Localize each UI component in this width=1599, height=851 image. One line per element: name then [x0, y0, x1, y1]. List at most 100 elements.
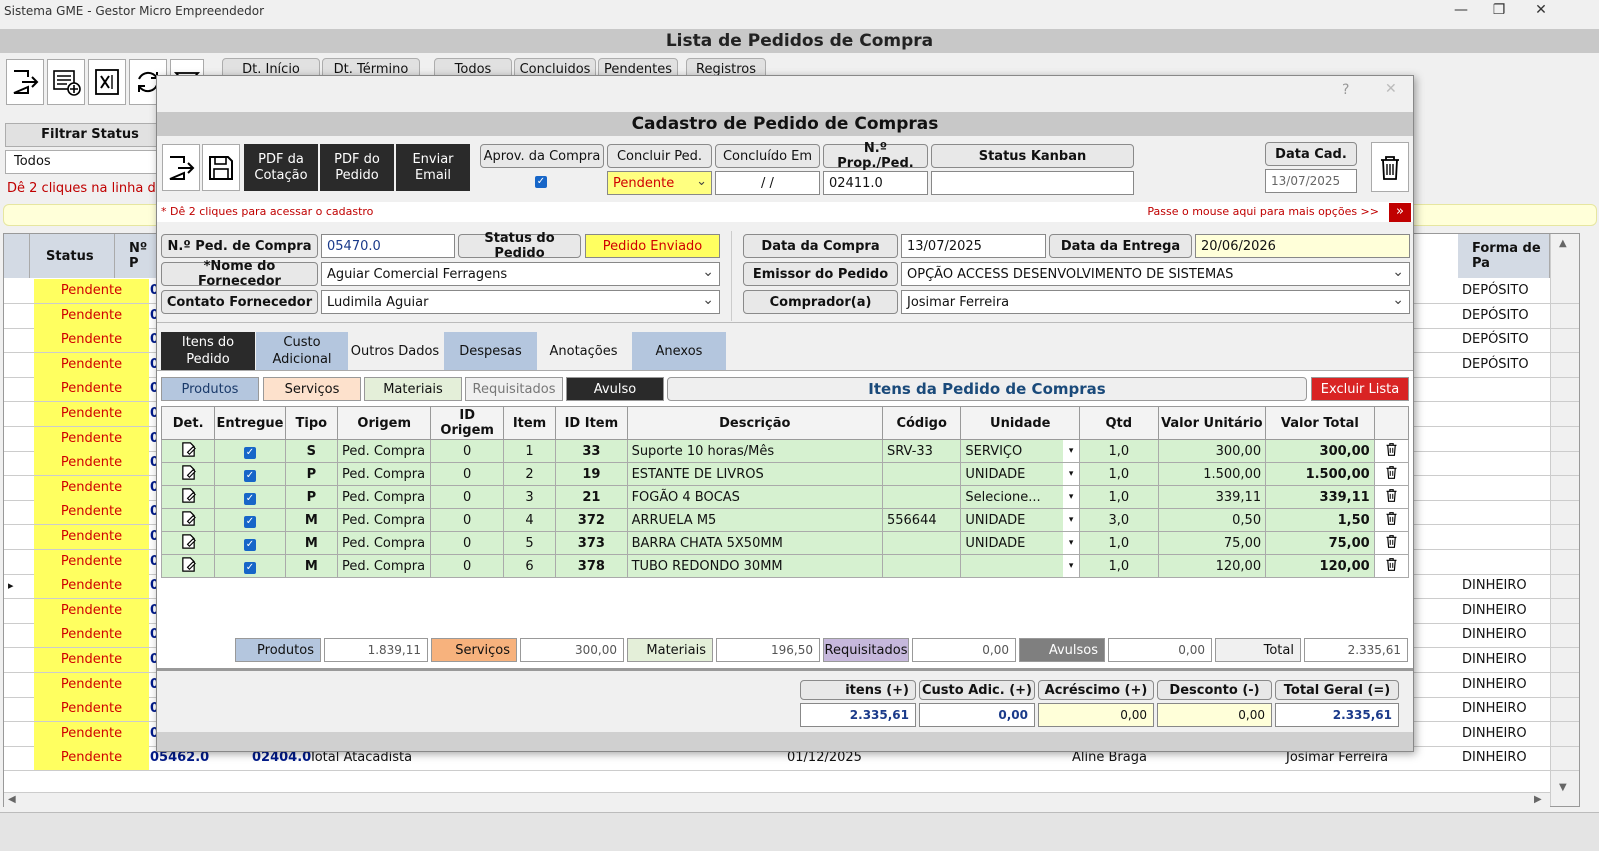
excel-icon[interactable]: [88, 59, 126, 105]
trash-icon[interactable]: [1373, 508, 1410, 532]
add-list-icon[interactable]: [47, 59, 85, 105]
fornecedor-select[interactable]: Aguiar Comercial Ferragens ⌄: [321, 262, 720, 286]
item-row[interactable]: ✓ P Ped. Compra 0 3 21 FOGÃO 4 BOCAS Selecione.…: [160, 485, 1410, 509]
fornecedor-label[interactable]: *Nome do Fornecedor: [161, 259, 318, 289]
item-valor-unitario[interactable]: 0,50: [1157, 508, 1267, 532]
col-id-item[interactable]: ID Item: [555, 406, 628, 440]
trash-icon[interactable]: [1373, 462, 1410, 486]
entregue-checkbox[interactable]: ✓: [214, 508, 286, 532]
item-valor-unitario[interactable]: 75,00: [1157, 531, 1267, 555]
contato-select[interactable]: Ludimila Aguiar ⌄: [321, 290, 720, 314]
item-row[interactable]: ✓ P Ped. Compra 0 2 19 ESTANTE DE LIVROS UNIDAD…: [160, 462, 1410, 486]
subtab-requisitados[interactable]: Requisitados: [465, 377, 563, 401]
detail-icon[interactable]: [160, 554, 216, 578]
maximize-icon[interactable]: ❐: [1484, 2, 1514, 18]
grid-hscroll[interactable]: ◀ ▶: [4, 792, 1550, 808]
tab-despesas[interactable]: Despesas: [444, 332, 537, 370]
item-valor-unitario[interactable]: 339,11: [1157, 485, 1267, 509]
dialog-close-icon[interactable]: ✕: [1385, 81, 1397, 97]
data-cad-input[interactable]: 13/07/2025: [1265, 169, 1357, 193]
item-qtd[interactable]: 1,0: [1079, 462, 1159, 486]
col-descricao[interactable]: Descrição: [626, 406, 883, 440]
chevron-down-icon[interactable]: ⌄: [1392, 264, 1404, 280]
trash-icon[interactable]: [1373, 439, 1410, 463]
dropdown-arrow-icon[interactable]: ▾: [1063, 509, 1079, 531]
chevron-down-icon[interactable]: ⌄: [702, 292, 714, 308]
concluir-select[interactable]: Pendente ⌄: [607, 171, 712, 195]
data-entrega-input[interactable]: 20/06/2026: [1195, 234, 1410, 258]
col-valor-total[interactable]: Valor Total: [1265, 406, 1375, 440]
summary-acrescimo-input[interactable]: 0,00: [1038, 703, 1154, 727]
col-item[interactable]: Item: [502, 406, 557, 440]
item-qtd[interactable]: 1,0: [1079, 531, 1159, 555]
item-row[interactable]: ✓ M Ped. Compra 0 6 378 TUBO REDONDO 30MM ▾ 1,0 1…: [160, 554, 1410, 578]
item-valor-unitario[interactable]: 120,00: [1157, 554, 1267, 578]
detail-icon[interactable]: [160, 439, 216, 463]
scroll-down-icon[interactable]: ▼: [1559, 782, 1567, 793]
detail-icon[interactable]: [160, 485, 216, 509]
chevron-down-icon[interactable]: ⌄: [702, 264, 714, 280]
chevron-down-icon[interactable]: ⌄: [696, 174, 707, 189]
subtab-materiais[interactable]: Materiais: [364, 377, 462, 401]
scroll-left-icon[interactable]: ◀: [8, 794, 16, 805]
item-qtd[interactable]: 1,0: [1079, 439, 1159, 463]
item-row[interactable]: ✓ M Ped. Compra 0 5 373 BARRA CHATA 5X50MM UNID…: [160, 531, 1410, 555]
item-unidade-select[interactable]: ▾: [960, 554, 1081, 578]
item-qtd[interactable]: 1,0: [1079, 485, 1159, 509]
tab-custo-adicional[interactable]: Custo Adicional: [256, 332, 348, 370]
emissor-select[interactable]: OPÇÃO ACCESS DESENVOLVIMENTO DE SISTEMAS…: [901, 262, 1410, 286]
trash-icon[interactable]: [1373, 531, 1410, 555]
dropdown-arrow-icon[interactable]: ▾: [1063, 486, 1079, 508]
entregue-checkbox[interactable]: ✓: [214, 462, 286, 486]
comprador-select[interactable]: Josimar Ferreira ⌄: [901, 290, 1410, 314]
dropdown-arrow-icon[interactable]: ▾: [1063, 532, 1079, 554]
dropdown-arrow-icon[interactable]: ▾: [1063, 440, 1079, 462]
aprov-compra-checkbox[interactable]: ✓: [535, 173, 547, 188]
scroll-right-icon[interactable]: ▶: [1534, 794, 1542, 805]
delete-icon[interactable]: [1371, 142, 1409, 192]
entregue-checkbox[interactable]: ✓: [214, 531, 286, 555]
subtab-produtos[interactable]: Produtos: [161, 377, 259, 401]
detail-icon[interactable]: [160, 462, 216, 486]
summary-desconto-input[interactable]: 0,00: [1157, 703, 1272, 727]
col-codigo[interactable]: Código: [881, 406, 962, 440]
item-unidade-select[interactable]: UNIDADE ▾: [960, 531, 1081, 555]
col-qtd[interactable]: Qtd: [1079, 406, 1159, 440]
item-unidade-select[interactable]: SERVIÇO ▾: [960, 439, 1081, 463]
tab-itens-pedido[interactable]: Itens do Pedido: [161, 332, 255, 370]
trash-icon[interactable]: [1373, 485, 1410, 509]
help-icon[interactable]: ?: [1342, 82, 1349, 98]
tab-anexos[interactable]: Anexos: [632, 332, 726, 370]
item-qtd[interactable]: 1,0: [1079, 554, 1159, 578]
detail-icon[interactable]: [160, 508, 216, 532]
minimize-icon[interactable]: —: [1446, 2, 1476, 18]
col-origem[interactable]: Origem: [336, 406, 432, 440]
col-id-origem[interactable]: ID Origem: [430, 406, 504, 440]
contato-label[interactable]: Contato Fornecedor: [161, 290, 318, 314]
col-entregue[interactable]: Entregue: [214, 406, 286, 440]
entregue-checkbox[interactable]: ✓: [214, 439, 286, 463]
pdf-pedido-button[interactable]: PDF do Pedido: [320, 144, 394, 191]
subtab-servicos[interactable]: Serviços: [263, 377, 361, 401]
col-valor-unitario[interactable]: Valor Unitário: [1157, 406, 1267, 440]
item-valor-unitario[interactable]: 300,00: [1157, 439, 1267, 463]
item-valor-unitario[interactable]: 1.500,00: [1157, 462, 1267, 486]
close-icon[interactable]: ✕: [1526, 2, 1556, 18]
col-unidade[interactable]: Unidade: [960, 406, 1081, 440]
item-unidade-select[interactable]: UNIDADE ▾: [960, 508, 1081, 532]
chevron-down-icon[interactable]: ⌄: [1392, 292, 1404, 308]
filter-status-select[interactable]: Todos: [5, 150, 175, 174]
hint-right[interactable]: Passe o mouse aqui para mais opções >>: [1147, 205, 1379, 218]
grid-header-status[interactable]: Status: [30, 234, 115, 278]
col-det[interactable]: Det.: [160, 406, 216, 440]
grid-header-forma[interactable]: Forma de Pa: [1458, 234, 1550, 278]
concluido-em-input[interactable]: / /: [715, 171, 820, 195]
item-row[interactable]: ✓ S Ped. Compra 0 1 33 Suporte 10 horas/Mês SRV…: [160, 439, 1410, 463]
nprop-input[interactable]: 02411.0: [823, 171, 928, 195]
item-unidade-select[interactable]: UNIDADE ▾: [960, 462, 1081, 486]
dropdown-arrow-icon[interactable]: ▾: [1063, 555, 1079, 577]
pdf-cotacao-button[interactable]: PDF da Cotação: [244, 144, 318, 191]
grid-header-num[interactable]: Nº P: [115, 234, 160, 278]
data-compra-input[interactable]: 13/07/2025: [901, 234, 1046, 258]
dropdown-arrow-icon[interactable]: ▾: [1063, 463, 1079, 485]
